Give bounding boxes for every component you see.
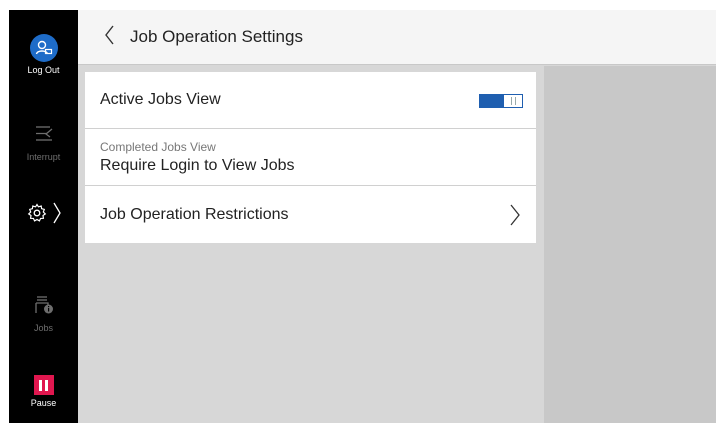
pause-button[interactable]: Pause — [9, 375, 78, 408]
user-logout-icon — [29, 34, 58, 62]
pause-label: Pause — [30, 398, 57, 408]
pause-icon — [33, 375, 54, 395]
settings-list: Active Jobs View Completed Jobs View Req… — [85, 72, 536, 243]
settings-button[interactable] — [9, 202, 78, 229]
screen: Log Out Interrupt Jobs Pause Job Operati… — [9, 10, 716, 423]
completed-jobs-view-label: Completed Jobs View — [100, 139, 216, 154]
left-rail: Log Out Interrupt Jobs Pause — [9, 10, 78, 423]
jobs-info-icon — [33, 293, 55, 320]
jobs-button[interactable]: Jobs — [9, 293, 78, 333]
interrupt-button[interactable]: Interrupt — [9, 124, 78, 162]
back-button[interactable] — [88, 10, 130, 65]
job-operation-restrictions-label: Job Operation Restrictions — [100, 205, 289, 223]
active-jobs-view-label: Active Jobs View — [100, 91, 221, 108]
job-operation-restrictions-row[interactable]: Job Operation Restrictions — [85, 186, 536, 243]
chevron-right-icon — [510, 204, 520, 231]
jobs-label: Jobs — [33, 323, 53, 333]
interrupt-icon — [33, 124, 55, 149]
active-jobs-view-toggle[interactable] — [479, 94, 523, 108]
gear-icon — [27, 203, 47, 228]
logout-label: Log Out — [27, 65, 60, 75]
chevron-right-icon — [52, 202, 61, 229]
completed-jobs-view-row[interactable]: Completed Jobs View Require Login to Vie… — [85, 129, 536, 186]
interrupt-label: Interrupt — [26, 152, 61, 162]
page-title: Job Operation Settings — [130, 27, 303, 46]
side-panel — [544, 66, 716, 423]
completed-jobs-view-value: Require Login to View Jobs — [100, 156, 295, 174]
active-jobs-view-row[interactable]: Active Jobs View — [85, 72, 536, 129]
logout-button[interactable]: Log Out — [9, 34, 78, 75]
chevron-left-icon — [104, 25, 114, 50]
header-bar: Job Operation Settings — [78, 10, 716, 65]
